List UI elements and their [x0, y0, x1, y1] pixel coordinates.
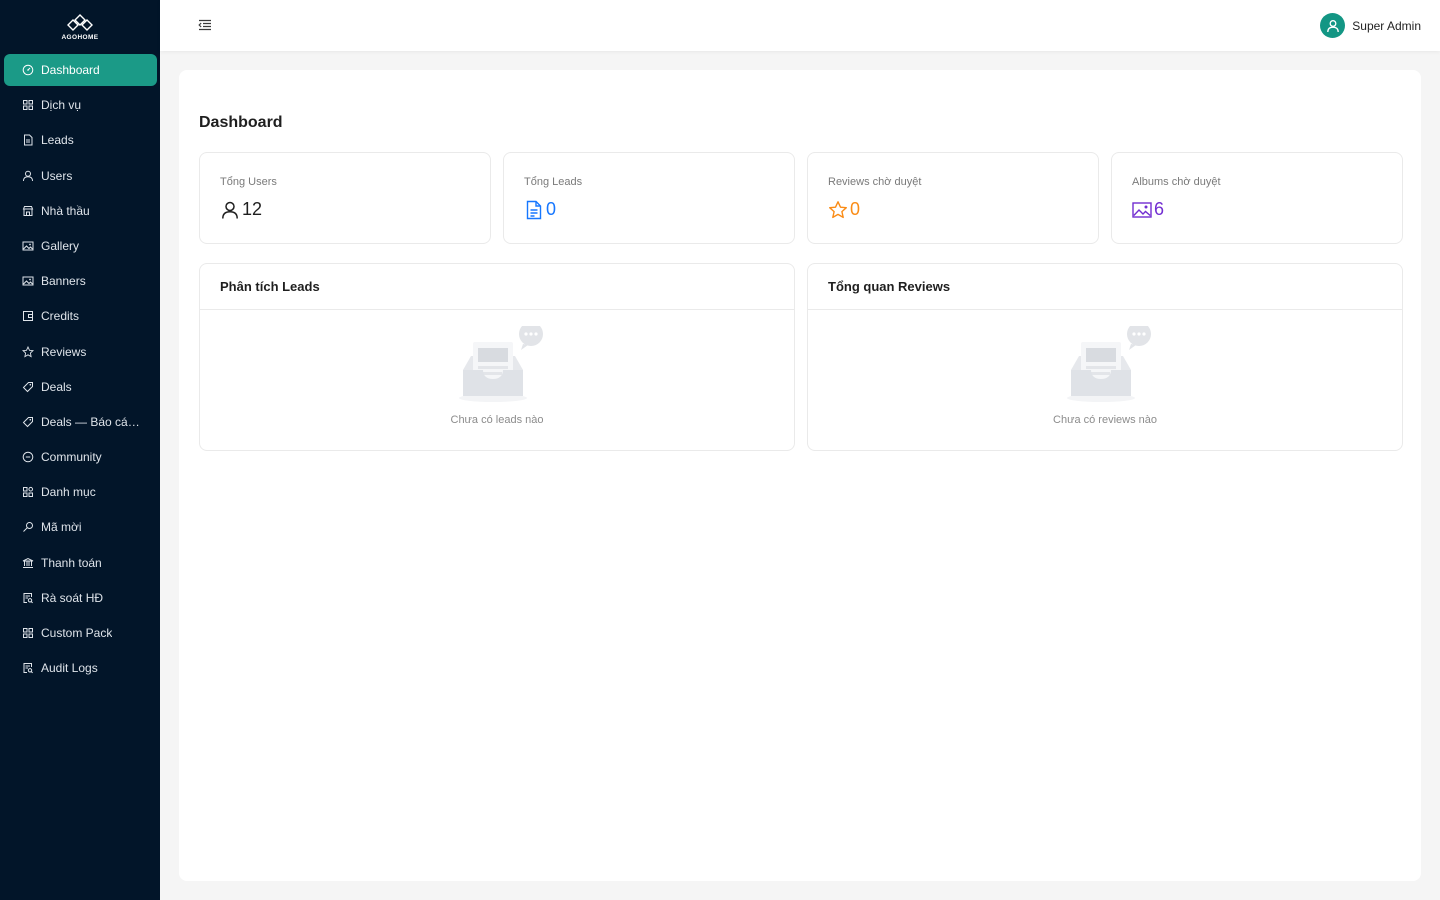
- user-name: Super Admin: [1352, 18, 1421, 33]
- empty-state: Chưa có reviews nào: [808, 326, 1402, 426]
- sidebar-item-label: Community: [41, 450, 102, 465]
- sidebar-item-nha-thau[interactable]: Nhà thầu: [4, 195, 157, 227]
- sidebar-item-ma-moi[interactable]: Mã mời: [4, 511, 157, 543]
- empty-state: Chưa có leads nào: [200, 326, 794, 426]
- sidebar-item-gallery[interactable]: Gallery: [4, 230, 157, 262]
- wallet-icon: [22, 310, 34, 322]
- sidebar-item-thanh-toan[interactable]: Thanh toán: [4, 547, 157, 579]
- tag-icon: [22, 416, 34, 428]
- panel-title: Phân tích Leads: [200, 264, 794, 310]
- sidebar-menu: Dashboard Dịch vụ Leads Users Nhà thầu G…: [0, 54, 160, 687]
- sidebar-item-label: Danh mục: [41, 485, 96, 500]
- sidebar-item-label: Reviews: [41, 344, 87, 359]
- stat-label: Tổng Leads: [524, 176, 583, 188]
- stat-label: Albums chờ duyệt: [1132, 176, 1221, 188]
- file-icon: [22, 134, 34, 146]
- empty-text: Chưa có leads nào: [450, 414, 544, 426]
- user-icon: [22, 170, 34, 182]
- sidebar-item-label: Banners: [41, 274, 86, 289]
- key-icon: [22, 521, 34, 533]
- panel-leads-analysis: Phân tích Leads Chưa có leads nào: [199, 263, 795, 451]
- grid-icon: [22, 627, 34, 639]
- logo-text: AGOHOME: [61, 34, 99, 41]
- sidebar-item-leads[interactable]: Leads: [4, 124, 157, 156]
- sidebar-item-label: Dashboard: [41, 63, 100, 77]
- sidebar-item-ra-soat-hd[interactable]: Rà soát HĐ: [4, 582, 157, 614]
- sidebar-item-users[interactable]: Users: [4, 160, 157, 192]
- agohome-logo-icon: [67, 14, 93, 31]
- menu-fold-icon[interactable]: [197, 17, 213, 33]
- sidebar-item-label: Deals — Báo cáo ...: [41, 414, 141, 429]
- tag-icon: [22, 381, 34, 393]
- user-icon: [1326, 19, 1339, 32]
- sidebar-item-label: Audit Logs: [41, 661, 98, 676]
- sidebar-item-label: Thanh toán: [41, 555, 102, 570]
- sidebar-item-label: Custom Pack: [41, 626, 113, 640]
- bank-icon: [22, 557, 34, 569]
- stat-label: Reviews chờ duyệt: [828, 176, 922, 188]
- user-icon: [220, 200, 240, 220]
- shop-icon: [22, 205, 34, 217]
- stat-card-users: Tổng Users 12: [199, 152, 491, 244]
- sidebar-item-deals-report[interactable]: Deals — Báo cáo ...: [4, 406, 157, 438]
- stat-value: 0: [850, 199, 861, 219]
- empty-inbox-icon: [459, 326, 543, 402]
- sidebar-item-dashboard[interactable]: Dashboard: [4, 54, 157, 86]
- file-text-icon: [524, 200, 544, 220]
- page-title: Dashboard: [199, 114, 283, 131]
- sidebar-item-dich-vu[interactable]: Dịch vụ: [4, 89, 157, 121]
- stat-value: 6: [1154, 199, 1165, 219]
- sidebar-item-label: Dịch vụ: [41, 98, 82, 113]
- sidebar-item-danh-muc[interactable]: Danh mục: [4, 476, 157, 508]
- panel-title: Tổng quan Reviews: [808, 264, 1402, 310]
- sidebar-item-label: Users: [41, 168, 73, 183]
- stat-value-row: 12: [220, 199, 262, 220]
- sidebar-item-credits[interactable]: Credits: [4, 300, 157, 332]
- sidebar-item-label: Deals: [41, 379, 72, 394]
- sidebar-item-community[interactable]: Community: [4, 441, 157, 473]
- empty-inbox-icon: [1067, 326, 1151, 402]
- stat-card-albums: Albums chờ duyệt 6: [1111, 152, 1403, 244]
- audit-icon: [22, 592, 34, 604]
- sidebar-item-label: Rà soát HĐ: [41, 590, 104, 605]
- logo[interactable]: AGOHOME: [0, 0, 160, 52]
- sidebar-item-reviews[interactable]: Reviews: [4, 336, 157, 368]
- star-icon: [828, 200, 848, 220]
- star-icon: [22, 345, 34, 358]
- stat-value: 12: [242, 199, 263, 219]
- sidebar-item-deals[interactable]: Deals: [4, 371, 157, 403]
- stat-card-leads: Tổng Leads 0: [503, 152, 795, 244]
- sidebar-item-label: Nhà thầu: [41, 203, 90, 218]
- picture-icon: [22, 275, 34, 287]
- stat-value-row: 0: [828, 199, 860, 220]
- picture-icon: [22, 240, 34, 252]
- avatar[interactable]: [1320, 13, 1346, 38]
- stat-value-row: 0: [524, 199, 556, 220]
- sidebar-item-label: Credits: [41, 309, 80, 324]
- stat-label: Tổng Users: [220, 176, 277, 188]
- sidebar-item-audit-logs[interactable]: Audit Logs: [4, 652, 157, 684]
- empty-text: Chưa có reviews nào: [1053, 414, 1157, 426]
- dashboard-icon: [22, 64, 34, 76]
- header: Super Admin: [160, 0, 1440, 51]
- user-menu[interactable]: Super Admin: [1320, 13, 1421, 38]
- stat-value-row: 6: [1132, 199, 1164, 220]
- sidebar: AGOHOME Dashboard Dịch vụ Leads Users Nh…: [0, 0, 160, 900]
- sidebar-item-custom-pack[interactable]: Custom Pack: [4, 617, 157, 649]
- sidebar-item-label: Mã mời: [41, 520, 82, 535]
- main-content: Dashboard Tổng Users 12 Tổng Leads 0 Rev…: [179, 70, 1421, 881]
- stat-card-reviews: Reviews chờ duyệt 0: [807, 152, 1099, 244]
- sidebar-item-banners[interactable]: Banners: [4, 265, 157, 297]
- sidebar-item-label: Leads: [41, 133, 74, 148]
- category-icon: [22, 486, 34, 498]
- audit-icon: [22, 662, 34, 674]
- stat-value: 0: [546, 199, 557, 219]
- sidebar-item-label: Gallery: [41, 238, 80, 253]
- grid-icon: [22, 99, 34, 111]
- panel-reviews-overview: Tổng quan Reviews Chưa có reviews nào: [807, 263, 1403, 451]
- message-icon: [22, 451, 34, 463]
- picture-icon: [1132, 200, 1152, 220]
